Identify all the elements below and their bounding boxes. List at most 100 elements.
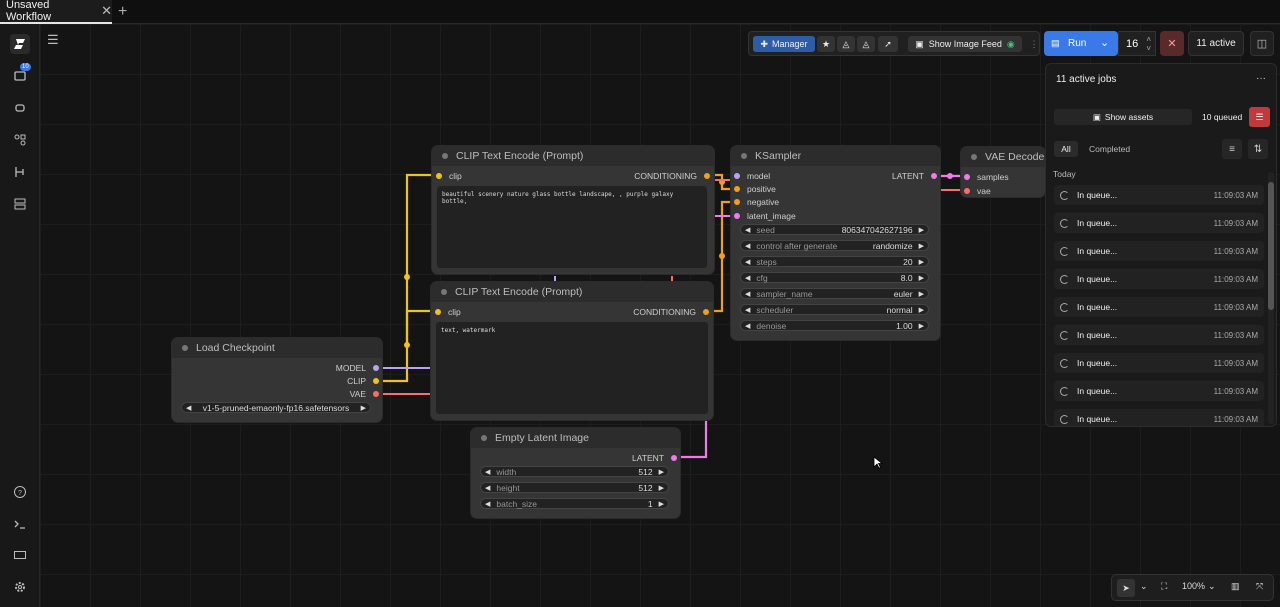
queue-item[interactable]: In queue... 11:09:03 AM (1054, 353, 1264, 373)
decrement-arrow-icon[interactable]: ◀ (745, 306, 750, 314)
widget-seed[interactable]: ◀ seed 806347042627196 ▶ (740, 224, 929, 235)
decrement-arrow-icon[interactable]: ◀ (485, 484, 490, 492)
input-slot-dot-icon[interactable] (964, 174, 970, 180)
keyboard-icon[interactable] (10, 545, 30, 565)
widget-steps[interactable]: ◀ steps 20 ▶ (740, 256, 929, 267)
increment-arrow-icon[interactable]: ▶ (919, 322, 924, 330)
model-icon[interactable]: ◬ (837, 36, 855, 52)
minimap-icon[interactable]: ▥ (1231, 581, 1240, 592)
templates-icon[interactable] (10, 194, 30, 214)
increment-arrow-icon[interactable]: ▶ (919, 226, 924, 234)
comfy-logo-icon[interactable] (10, 34, 30, 54)
node-empty-latent-image[interactable]: Empty Latent Image LATENT ◀ width 512 ▶ ◀ he… (471, 428, 680, 518)
node-clip-text-encode-negative[interactable]: CLIP Text Encode (Prompt) clip CONDITION… (431, 282, 713, 420)
output-slot-dot-icon[interactable] (704, 173, 710, 179)
scrollbar-thumb[interactable] (1268, 182, 1274, 310)
widget-sampler-name[interactable]: ◀ sampler_name euler ▶ (740, 288, 929, 299)
tab-unsaved-workflow[interactable]: Unsaved Workflow ✕ (0, 0, 112, 24)
close-icon[interactable]: ✕ (101, 3, 112, 19)
show-assets-button[interactable]: ▣ Show assets (1054, 109, 1192, 125)
decrement-arrow-icon[interactable]: ◀ (745, 226, 750, 234)
queue-item[interactable]: In queue... 11:09:03 AM (1054, 213, 1264, 233)
queue-item[interactable]: In queue... 11:09:03 AM (1054, 381, 1264, 401)
add-tab-icon[interactable]: + (118, 3, 127, 21)
input-slot-dot-icon[interactable] (734, 186, 740, 192)
chevron-down-icon[interactable]: ⌄ (1140, 581, 1148, 592)
widget-ckpt-name[interactable]: ◀ v1-5-pruned-emaonly-fp16.safetensors ▶ (181, 402, 371, 413)
star-icon[interactable]: ★ (817, 36, 835, 52)
decrement-arrow-icon[interactable]: ◀ (745, 242, 750, 250)
tab-all[interactable]: All (1054, 141, 1078, 157)
model-library-icon[interactable] (10, 98, 30, 118)
increment-arrow-icon[interactable]: ▶ (659, 484, 664, 492)
sort-icon[interactable]: ⇅ (1248, 139, 1268, 159)
widget-height[interactable]: ◀ height 512 ▶ (480, 482, 669, 493)
toggle-panel-icon[interactable]: ◫ (1250, 31, 1274, 56)
queue-item[interactable]: In queue... 11:09:03 AM (1054, 185, 1264, 205)
widget-denoise[interactable]: ◀ denoise 1.00 ▶ (740, 320, 929, 331)
drag-handle-icon[interactable]: ⋮ (1029, 36, 1039, 52)
batch-count-input[interactable]: 16 ˄ ˅ (1118, 31, 1156, 56)
clear-queue-button[interactable]: ☰ (1249, 107, 1270, 127)
tab-completed[interactable]: Completed (1089, 144, 1130, 154)
decrement-arrow-icon[interactable]: ◀ (745, 290, 750, 298)
workflows-icon[interactable] (10, 162, 30, 182)
zoom-level[interactable]: 100% (1182, 581, 1205, 591)
stepper-icon[interactable]: ˄ ˅ (1146, 35, 1151, 53)
increment-arrow-icon[interactable]: ▶ (919, 258, 924, 266)
help-icon[interactable]: ? (10, 482, 30, 502)
node-library-icon[interactable] (10, 130, 30, 150)
collapse-dot-icon[interactable] (481, 435, 487, 441)
increment-arrow-icon[interactable]: ▶ (659, 500, 664, 508)
filter-icon[interactable]: ≡ (1222, 139, 1242, 159)
increment-arrow-icon[interactable]: ▶ (919, 306, 924, 314)
settings-gear-icon[interactable] (10, 577, 30, 597)
decrement-arrow-icon[interactable]: ◀ (745, 258, 750, 266)
queue-item[interactable]: In queue... 11:09:03 AM (1054, 325, 1264, 345)
node-ksampler[interactable]: KSampler model positive negative latent_… (731, 146, 940, 340)
widget-batch-size[interactable]: ◀ batch_size 1 ▶ (480, 498, 669, 509)
more-options-icon[interactable]: ··· (1256, 73, 1266, 84)
output-slot-dot-icon[interactable] (373, 378, 379, 384)
input-slot-dot-icon[interactable] (734, 213, 740, 219)
widget-control-after-generate[interactable]: ◀ control after generate randomize ▶ (740, 240, 929, 251)
input-slot-dot-icon[interactable] (964, 188, 970, 194)
menu-icon[interactable]: ☰ (47, 32, 59, 48)
output-slot-dot-icon[interactable] (703, 309, 709, 315)
fit-view-icon[interactable]: ⛶ (1161, 581, 1167, 592)
chevron-down-icon[interactable]: ⌄ (1208, 581, 1216, 592)
node-vae-decode[interactable]: VAE Decode samples vae (961, 147, 1045, 197)
pointer-icon[interactable]: ➤ (1117, 579, 1135, 597)
output-slot-dot-icon[interactable] (671, 455, 677, 461)
share-icon[interactable]: ➚ (878, 36, 898, 52)
decrement-arrow-icon[interactable]: ◀ (745, 274, 750, 282)
increment-arrow-icon[interactable]: ▶ (919, 274, 924, 282)
collapse-dot-icon[interactable] (971, 154, 977, 160)
increment-arrow-icon[interactable]: ▶ (361, 404, 366, 412)
collapse-dot-icon[interactable] (441, 289, 447, 295)
increment-arrow-icon[interactable]: ▶ (659, 468, 664, 476)
terminal-icon[interactable] (10, 514, 30, 534)
collapse-dot-icon[interactable] (741, 153, 747, 159)
input-slot-dot-icon[interactable] (436, 173, 442, 179)
input-slot-dot-icon[interactable] (734, 173, 740, 179)
prompt-textarea[interactable]: text, watermark (436, 322, 708, 414)
queue-item[interactable]: In queue... 11:09:03 AM (1054, 241, 1264, 261)
active-jobs-button[interactable]: 11 active (1188, 31, 1244, 56)
node-clip-text-encode-positive[interactable]: CLIP Text Encode (Prompt) clip CONDITION… (432, 146, 714, 274)
queue-icon[interactable]: 10 (10, 63, 31, 86)
prompt-textarea[interactable]: beautiful scenery nature glass bottle la… (437, 186, 707, 268)
collapse-dot-icon[interactable] (442, 153, 448, 159)
decrement-arrow-icon[interactable]: ◀ (485, 468, 490, 476)
cancel-button[interactable]: ✕ (1160, 31, 1184, 56)
node-load-checkpoint[interactable]: Load Checkpoint MODEL CLIP VAE ◀ v1-5-pru… (172, 338, 382, 422)
queue-item[interactable]: In queue... 11:09:03 AM (1054, 297, 1264, 317)
widget-scheduler[interactable]: ◀ scheduler normal ▶ (740, 304, 929, 315)
decrement-arrow-icon[interactable]: ◀ (186, 404, 191, 412)
collapse-dot-icon[interactable] (182, 345, 188, 351)
widget-width[interactable]: ◀ width 512 ▶ (480, 466, 669, 477)
output-slot-dot-icon[interactable] (931, 173, 937, 179)
queue-scrollbar[interactable] (1268, 172, 1274, 424)
queue-item[interactable]: In queue... 11:09:03 AM (1054, 269, 1264, 289)
manager-button[interactable]: ✚ Manager (753, 36, 815, 52)
